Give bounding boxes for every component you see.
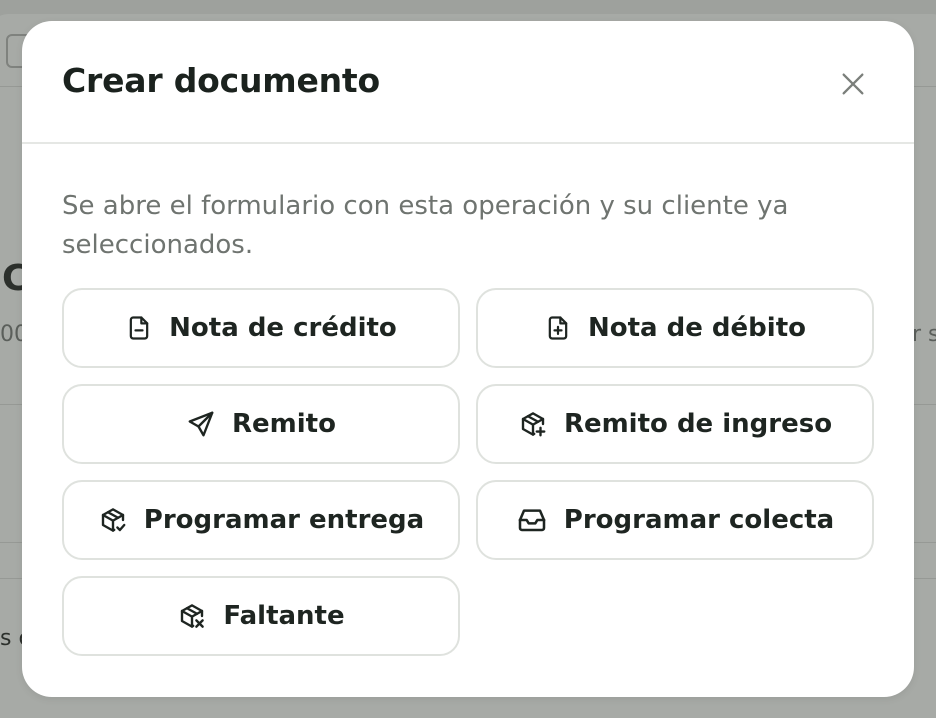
option-label: Nota de débito bbox=[587, 313, 806, 343]
create-document-modal: Crear documento Se abre el formulario co… bbox=[22, 21, 914, 697]
package-x-icon bbox=[177, 601, 207, 631]
package-check-icon bbox=[98, 505, 128, 535]
option-label: Remito de ingreso bbox=[563, 409, 833, 439]
option-label: Faltante bbox=[223, 601, 345, 631]
nota-de-debito-button[interactable]: Nota de débito bbox=[476, 288, 874, 368]
option-label: Programar entrega bbox=[143, 505, 425, 535]
option-label: Remito bbox=[232, 409, 336, 439]
remito-button[interactable]: Remito bbox=[62, 384, 460, 464]
programar-colecta-button[interactable]: Programar colecta bbox=[476, 480, 874, 560]
file-minus-icon bbox=[125, 314, 153, 342]
close-icon bbox=[842, 73, 864, 95]
option-label: Nota de crédito bbox=[169, 313, 397, 343]
modal-description: Se abre el formulario con esta operación… bbox=[62, 191, 789, 260]
remito-de-ingreso-button[interactable]: Remito de ingreso bbox=[476, 384, 874, 464]
document-options: Nota de crédito Nota de débito Remito Re… bbox=[62, 288, 874, 656]
send-icon bbox=[186, 409, 216, 439]
close-button[interactable] bbox=[834, 65, 872, 103]
programar-entrega-button[interactable]: Programar entrega bbox=[62, 480, 460, 560]
background-text-fragment: r s bbox=[912, 322, 936, 347]
modal-header: Crear documento bbox=[22, 21, 914, 144]
option-label: Programar colecta bbox=[563, 505, 835, 535]
modal-title: Crear documento bbox=[62, 61, 380, 100]
file-plus-icon bbox=[544, 314, 572, 342]
inbox-icon bbox=[516, 504, 548, 536]
nota-de-credito-button[interactable]: Nota de crédito bbox=[62, 288, 460, 368]
package-plus-icon bbox=[518, 409, 548, 439]
faltante-button[interactable]: Faltante bbox=[62, 576, 460, 656]
